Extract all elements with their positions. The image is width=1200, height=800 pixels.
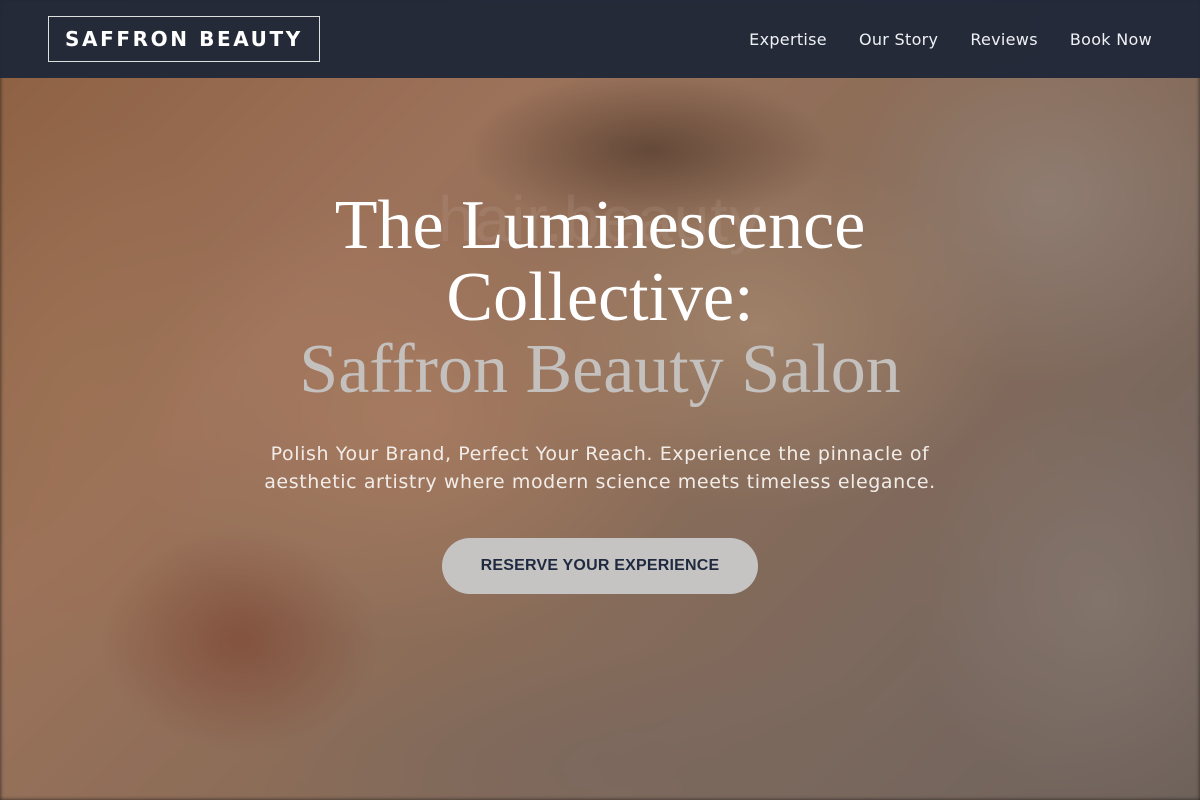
brand-logo[interactable]: SAFFRON BEAUTY — [48, 16, 320, 62]
top-navbar: SAFFRON BEAUTY Expertise Our Story Revie… — [0, 0, 1200, 78]
hero-subtitle: Polish Your Brand, Perfect Your Reach. E… — [264, 443, 936, 493]
nav-link-reviews[interactable]: Reviews — [970, 30, 1038, 49]
hero-section: The Luminescence Collective: Saffron Bea… — [0, 190, 1200, 594]
nav-links: Expertise Our Story Reviews Book Now — [749, 30, 1152, 49]
nav-link-book-now[interactable]: Book Now — [1070, 30, 1152, 49]
nav-link-our-story[interactable]: Our Story — [859, 30, 938, 49]
nav-link-expertise[interactable]: Expertise — [749, 30, 827, 49]
hero-title-line-2: Collective: — [446, 259, 754, 336]
hero-title-line-1: The Luminescence — [334, 187, 866, 264]
hero-title: The Luminescence Collective: Saffron Bea… — [0, 190, 1200, 406]
hero-title-accent: Saffron Beauty Salon — [299, 331, 901, 408]
reserve-experience-button[interactable]: RESERVE YOUR EXPERIENCE — [442, 538, 758, 594]
